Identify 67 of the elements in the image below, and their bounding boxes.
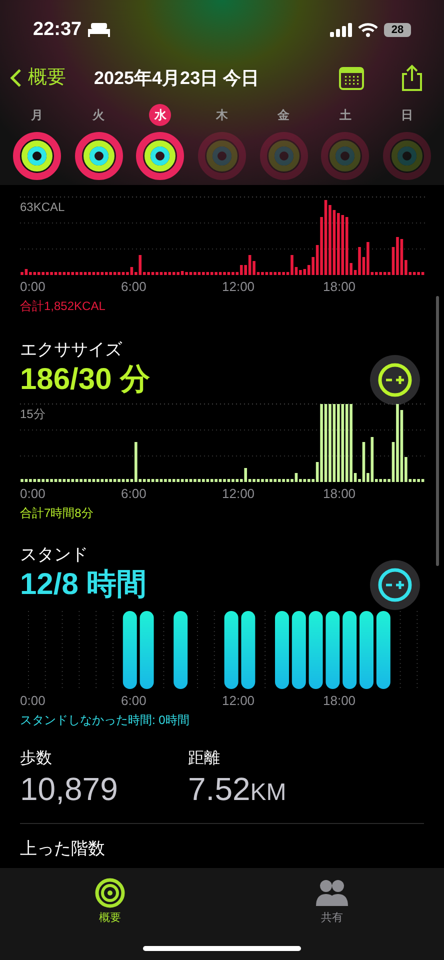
- minus-plus-ring-icon: [377, 566, 413, 602]
- share-icon: [400, 64, 424, 92]
- axis-label: 12:00: [222, 692, 256, 710]
- exercise-value: 186/30 分: [20, 362, 150, 398]
- day-label: 火: [91, 107, 106, 124]
- chart-max-label: 63KCAL: [20, 200, 65, 214]
- axis-label: 18:00: [323, 278, 357, 296]
- people-icon: [315, 878, 349, 908]
- day-ring-button[interactable]: 金: [260, 104, 308, 180]
- chart-max-label: 15分: [20, 407, 46, 421]
- day-label: 木: [214, 107, 229, 124]
- section-title: 上った階数: [20, 838, 105, 860]
- day-ring-button[interactable]: 土: [321, 104, 370, 180]
- axis-label: 6:00: [121, 278, 148, 296]
- goal-adjust-button[interactable]: [370, 560, 420, 610]
- stat-value: 10,879: [20, 770, 119, 806]
- section-title: スタンド: [20, 544, 88, 566]
- axis-label: 0:00: [20, 485, 46, 503]
- axis-label: 18:00: [323, 485, 357, 503]
- activity-ring-icon: [321, 132, 370, 180]
- day-label: 日: [400, 107, 414, 124]
- minus-plus-ring-icon: [377, 362, 413, 398]
- share-button[interactable]: [400, 64, 424, 92]
- axis-label: 0:00: [20, 278, 46, 296]
- move-total: 合計1,852KCAL: [20, 298, 106, 314]
- stand-total: スタンドしなかった時間: 0時間: [20, 712, 190, 728]
- day-ring-button[interactable]: 日: [382, 104, 431, 180]
- axis-label: 18:00: [323, 692, 357, 710]
- wifi-icon: [358, 23, 378, 37]
- chevron-left-icon: [10, 68, 22, 88]
- axis-label: 0:00: [20, 692, 46, 710]
- battery-indicator: 28: [384, 23, 411, 37]
- activity-ring-icon: [198, 132, 246, 180]
- day-ring-button[interactable]: 水: [136, 104, 184, 180]
- back-button[interactable]: 概要: [10, 64, 66, 92]
- rings-icon: [95, 878, 125, 908]
- axis-label: 6:00: [121, 692, 148, 710]
- stat-label: 歩数: [20, 748, 53, 768]
- calendar-button[interactable]: [339, 66, 364, 90]
- day-ring-button[interactable]: 木: [198, 104, 246, 180]
- day-label: 水: [149, 104, 172, 126]
- bed-icon: [88, 23, 110, 37]
- day-label: 金: [276, 107, 291, 124]
- axis-label: 6:00: [121, 485, 148, 503]
- tab-bar-item[interactable]: 概要: [95, 878, 125, 928]
- day-ring-button[interactable]: 月: [13, 104, 61, 180]
- day-ring-button[interactable]: 火: [74, 104, 123, 180]
- stat-label: 距離: [188, 748, 221, 768]
- stand-value: 12/8 時間: [20, 567, 147, 603]
- activity-ring-icon: [13, 132, 61, 180]
- activity-ring-icon: [382, 132, 431, 180]
- signal-icon: [330, 23, 352, 37]
- activity-ring-icon: [260, 132, 308, 180]
- axis-label: 12:00: [222, 485, 256, 503]
- activity-ring-icon: [74, 132, 123, 180]
- goal-adjust-button[interactable]: [370, 354, 420, 404]
- tab-bar-item[interactable]: 共有: [315, 878, 349, 928]
- section-title: エクササイズ: [20, 338, 122, 360]
- axis-label: 12:00: [222, 278, 256, 296]
- status-time: 22:37: [33, 18, 82, 42]
- date-title: 2025年4月23日 今日: [94, 66, 260, 90]
- exercise-total: 合計7時間8分: [20, 504, 94, 522]
- day-label: 月: [30, 107, 44, 124]
- calendar-icon: [339, 66, 364, 90]
- stat-value: 7.52KM: [188, 770, 288, 808]
- day-label: 土: [338, 107, 352, 124]
- activity-ring-icon: [136, 132, 184, 180]
